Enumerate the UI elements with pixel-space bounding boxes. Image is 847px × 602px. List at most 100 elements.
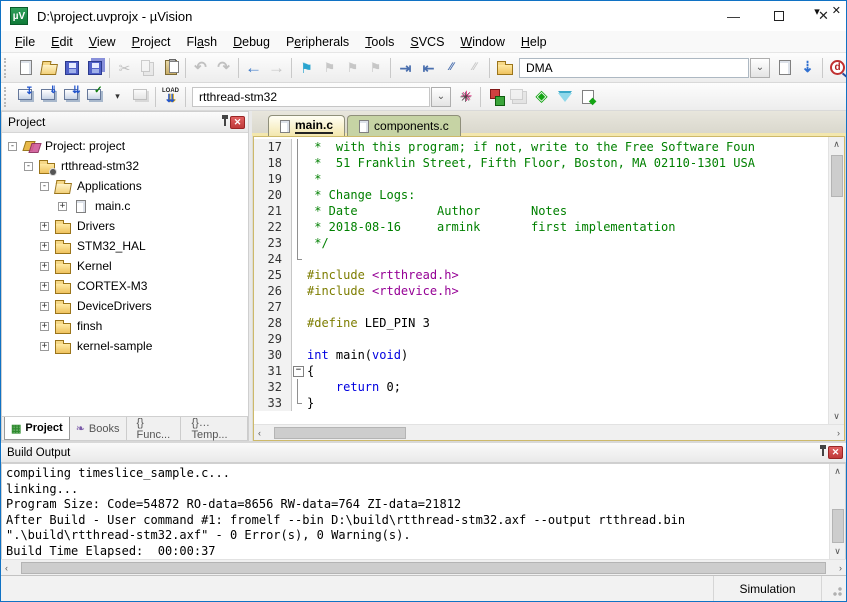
unindent-button[interactable]: ⇤ xyxy=(417,57,440,79)
code-line[interactable]: 31{ xyxy=(254,363,828,379)
build-output-close-button[interactable]: ✕ xyxy=(828,446,843,459)
separator[interactable] xyxy=(489,58,490,78)
editor-horizontal-scrollbar[interactable]: ‹ › xyxy=(254,424,844,440)
download-button[interactable]: LOAD xyxy=(159,86,182,108)
tree-item-kernel[interactable]: + Kernel xyxy=(6,256,248,276)
separator[interactable] xyxy=(155,87,156,107)
code-line[interactable]: 25#include <rtthread.h> xyxy=(254,267,828,283)
scroll-up-icon[interactable]: ∧ xyxy=(833,139,840,150)
tree-expander[interactable]: + xyxy=(40,262,49,271)
scroll-up-icon[interactable]: ∧ xyxy=(834,466,841,477)
navigate-back-button[interactable]: ← xyxy=(242,57,265,79)
code-line[interactable]: 26#include <rtdevice.h> xyxy=(254,283,828,299)
code-line[interactable]: 20 * Change Logs: xyxy=(254,187,828,203)
menu-project[interactable]: Project xyxy=(124,33,179,51)
minimize-button[interactable]: — xyxy=(711,1,756,31)
tree-item-kernel-sample[interactable]: + kernel-sample xyxy=(6,336,248,356)
tree-expander[interactable]: + xyxy=(40,342,49,351)
separator[interactable] xyxy=(291,58,292,78)
pin-icon[interactable] xyxy=(224,119,226,126)
code-line[interactable]: 24 xyxy=(254,251,828,267)
target-select-value[interactable]: rtthread-stm32 xyxy=(192,87,430,107)
file-extensions-button[interactable] xyxy=(507,86,530,108)
target-select-dropdown-button[interactable]: ⌄ xyxy=(431,87,451,107)
code-lines[interactable]: 17 * with this program; if not, write to… xyxy=(254,137,828,424)
tree-item-cortex-m3[interactable]: + CORTEX-M3 xyxy=(6,276,248,296)
close-document-button[interactable]: ✕ xyxy=(832,4,841,17)
tree-item-project-root[interactable]: - Project: project xyxy=(6,136,248,156)
menu-flash[interactable]: Flash xyxy=(179,33,226,51)
build-vertical-scrollbar[interactable]: ∧ ∨ xyxy=(829,464,845,559)
tree-expander[interactable]: - xyxy=(40,182,49,191)
find-input[interactable]: DMA xyxy=(519,58,749,78)
options-for-target-button[interactable]: ✳ xyxy=(454,86,477,108)
build-output-text[interactable]: compiling timeslice_sample.c...linking..… xyxy=(2,464,829,559)
menu-help[interactable]: Help xyxy=(513,33,555,51)
find-combo-dropdown-button[interactable]: ⌄ xyxy=(750,58,770,78)
tree-expander[interactable]: + xyxy=(40,242,49,251)
editor-tab-main-c[interactable]: main.c xyxy=(268,115,345,136)
maximize-button[interactable] xyxy=(756,1,801,31)
tree-expander[interactable]: + xyxy=(40,282,49,291)
translate-button[interactable] xyxy=(14,86,37,108)
build-button[interactable] xyxy=(37,86,60,108)
separator[interactable] xyxy=(109,58,110,78)
document-list-dropdown[interactable]: ▾ xyxy=(814,5,820,18)
panel-tab-templates[interactable]: {}… Temp... xyxy=(181,417,248,440)
uncomment-button[interactable]: ∕∕ xyxy=(463,57,486,79)
redo-button[interactable]: ↷ xyxy=(212,57,235,79)
code-line[interactable]: 23 */ xyxy=(254,235,828,251)
tree-expander[interactable]: - xyxy=(24,162,33,171)
find-in-files-button[interactable] xyxy=(773,57,796,79)
tree-expander[interactable]: + xyxy=(40,222,49,231)
scroll-thumb[interactable] xyxy=(21,562,826,574)
paste-button[interactable] xyxy=(159,57,182,79)
save-button[interactable] xyxy=(60,57,83,79)
separator[interactable] xyxy=(185,58,186,78)
manage-components-button[interactable] xyxy=(484,86,507,108)
pin-icon[interactable] xyxy=(822,449,824,456)
toolbar-drag-handle[interactable] xyxy=(4,58,10,78)
scroll-left-icon[interactable]: ‹ xyxy=(258,428,261,438)
panel-tab-functions[interactable]: {} Func... xyxy=(127,417,182,440)
code-line[interactable]: 18 * 51 Franklin Street, Fifth Floor, Bo… xyxy=(254,155,828,171)
code-line[interactable]: 28#define LED_PIN 3 xyxy=(254,315,828,331)
menu-window[interactable]: Window xyxy=(452,33,512,51)
undo-button[interactable]: ↶ xyxy=(189,57,212,79)
scroll-thumb[interactable] xyxy=(832,509,844,543)
clear-bookmarks-button[interactable]: ⚑ xyxy=(364,57,387,79)
menu-peripherals[interactable]: Peripherals xyxy=(278,33,357,51)
scroll-down-icon[interactable]: ∨ xyxy=(834,546,841,557)
stop-build-button[interactable] xyxy=(129,86,152,108)
scroll-left-icon[interactable]: ‹ xyxy=(5,563,8,573)
start-stop-debug-button[interactable]: d xyxy=(826,57,847,79)
code-line[interactable]: 33} xyxy=(254,395,828,411)
tree-expander[interactable]: + xyxy=(40,302,49,311)
pack-installer-button[interactable] xyxy=(576,86,599,108)
separator[interactable] xyxy=(822,58,823,78)
editor-tab-components-c[interactable]: components.c xyxy=(347,115,461,136)
build-horizontal-scrollbar[interactable]: ‹ › xyxy=(1,559,846,575)
tree-expander[interactable]: + xyxy=(40,322,49,331)
configure-flash-tools-button[interactable] xyxy=(493,57,516,79)
code-line[interactable]: 32 return 0; xyxy=(254,379,828,395)
resize-grip[interactable] xyxy=(822,576,846,601)
menu-view[interactable]: View xyxy=(81,33,124,51)
fold-margin[interactable] xyxy=(292,363,304,379)
project-panel-close-button[interactable]: ✕ xyxy=(230,116,245,129)
tree-item-main-c[interactable]: + main.c xyxy=(6,196,248,216)
copy-button[interactable] xyxy=(136,57,159,79)
toggle-bookmark-button[interactable]: ⚑ xyxy=(295,57,318,79)
scroll-thumb[interactable] xyxy=(831,155,843,197)
scroll-down-icon[interactable]: ∨ xyxy=(833,411,840,422)
manage-rte-button[interactable]: ◈ xyxy=(530,86,553,108)
code-line[interactable]: 19 * xyxy=(254,171,828,187)
menu-debug[interactable]: Debug xyxy=(225,33,278,51)
separator[interactable] xyxy=(480,87,481,107)
tree-expander[interactable]: - xyxy=(8,142,17,151)
tree-item-stm32-hal[interactable]: + STM32_HAL xyxy=(6,236,248,256)
code-line[interactable]: 17 * with this program; if not, write to… xyxy=(254,139,828,155)
tree-item-drivers[interactable]: + Drivers xyxy=(6,216,248,236)
editor-vertical-scrollbar[interactable]: ∧ ∨ xyxy=(828,137,844,424)
separator[interactable] xyxy=(390,58,391,78)
